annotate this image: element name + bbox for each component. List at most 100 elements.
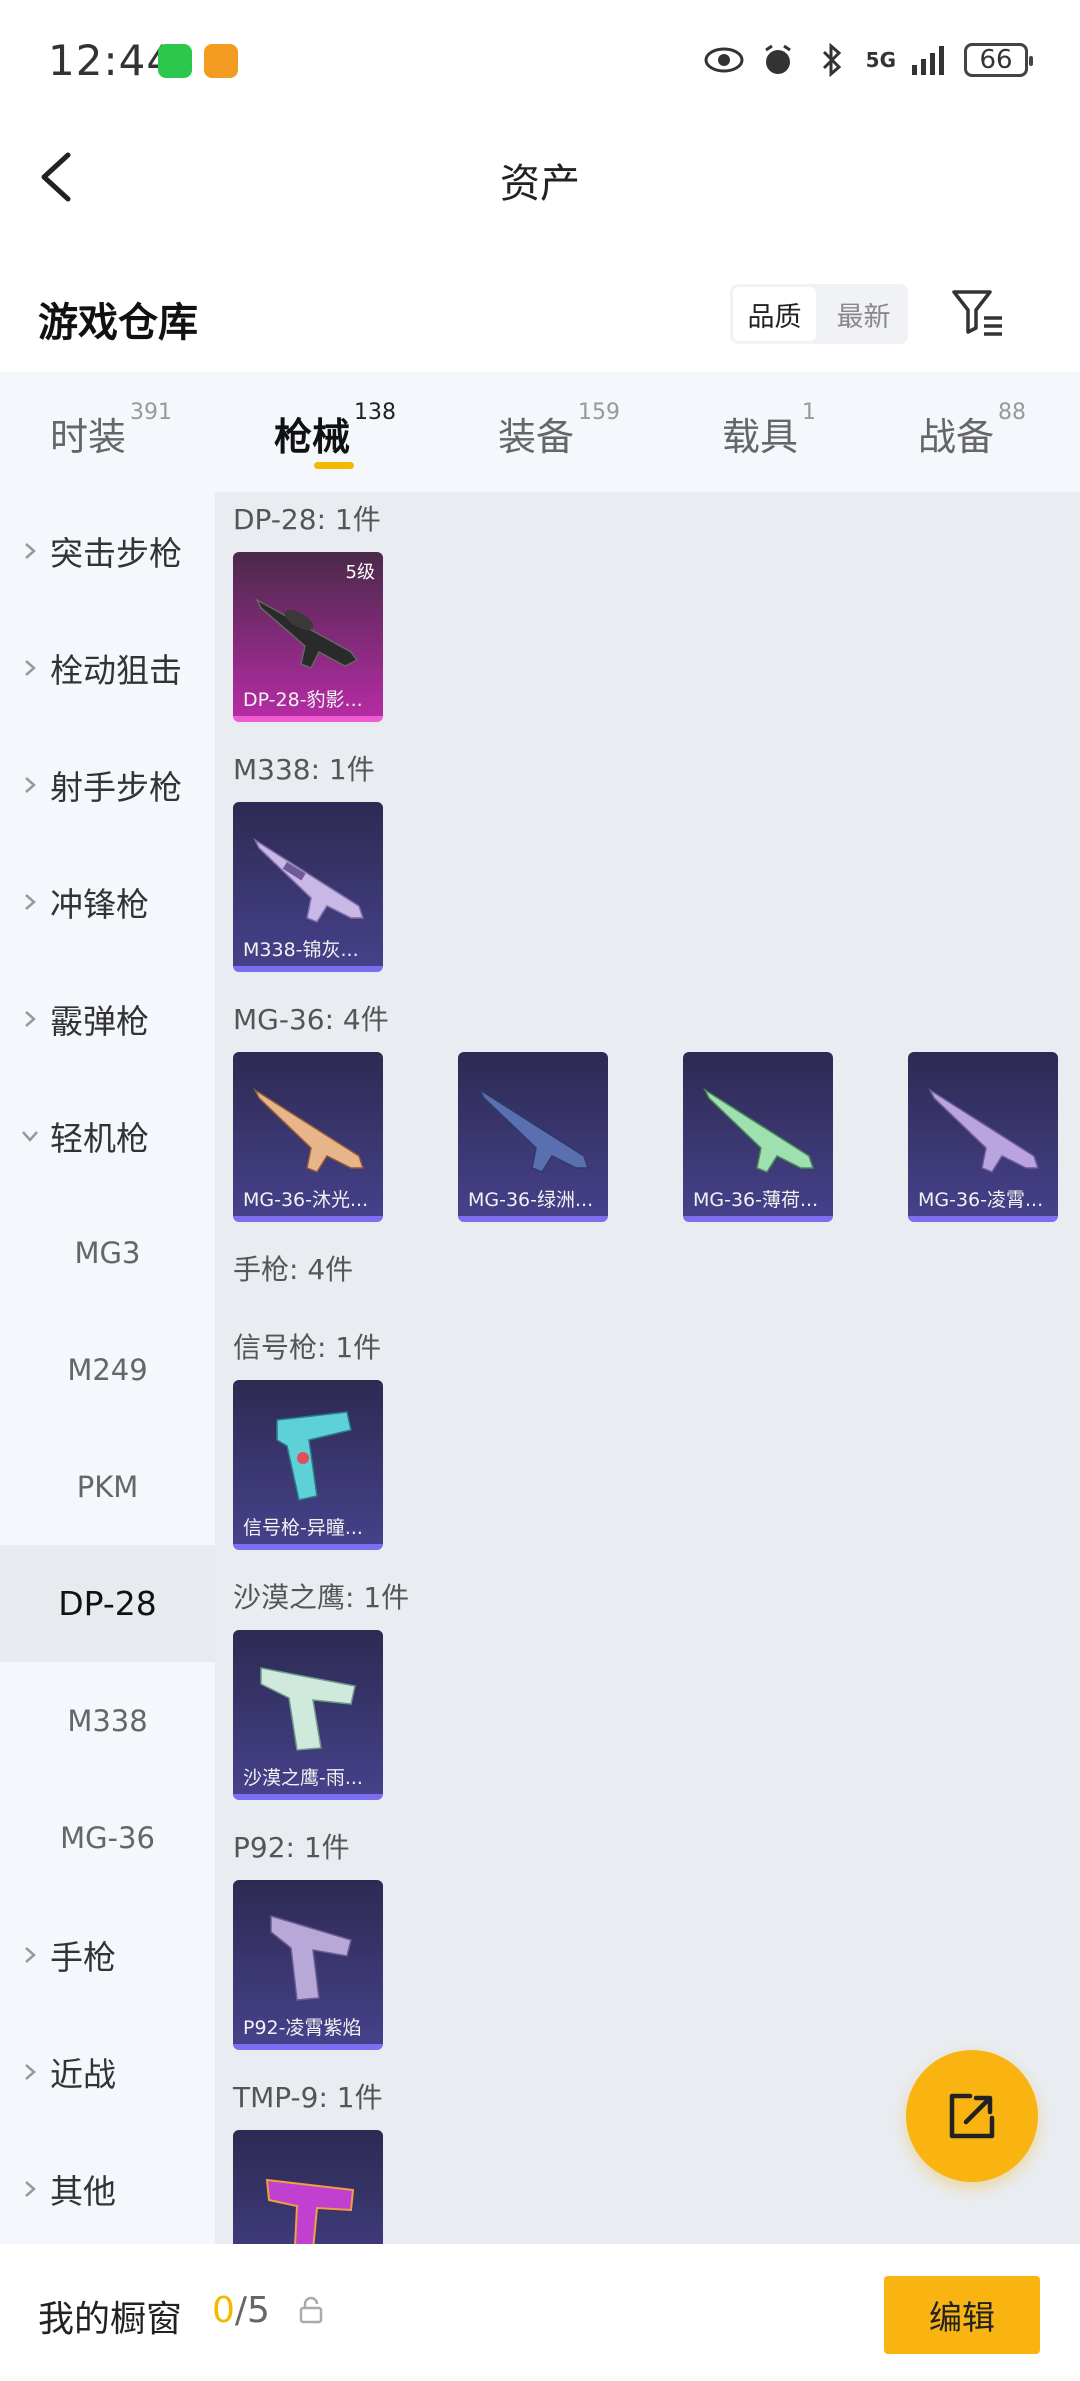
chevron-right-icon [25,1010,36,1027]
weapon-card-label: 信号枪-异瞳... [243,1517,363,1539]
network-type: 5G [865,48,896,72]
sidebar-item-label: 手枪 [50,1937,116,1977]
weapon-content-list: DP-28: 1件 5级 DP-28-豹影... M338: 1件 M338-锦… [215,492,1080,2244]
weapon-card[interactable]: MG-36-凌霄... [908,1052,1058,1222]
edit-button[interactable]: 编辑 [884,2276,1040,2354]
active-tab-indicator [314,462,354,469]
weapon-card[interactable]: P92-凌霄紫焰 [233,1880,383,2050]
weapon-card[interactable]: MG-36-绿洲... [458,1052,608,1222]
status-time: 12:44 [48,36,175,85]
chevron-right-icon [25,2063,36,2080]
sidebar-subitem-mg36[interactable]: MG-36 [0,1779,215,1896]
sidebar-subitem-mg3[interactable]: MG3 [0,1194,215,1311]
sidebar-item-melee[interactable]: 近战 [0,2013,215,2130]
weapon-card[interactable]: 信号枪-异瞳... [233,1380,383,1550]
sidebar-item-pistol[interactable]: 手枪 [0,1896,215,2013]
weapon-card[interactable]: 5级 DP-28-豹影... [233,552,383,722]
tab-count: 159 [578,400,621,425]
sidebar-item-label: 栓动狙击 [50,650,182,690]
weapon-card[interactable]: MG-36-沐光... [233,1052,383,1222]
section-title-p92: P92: 1件 [233,1831,350,1864]
chevron-right-icon [25,893,36,910]
signal-icon [910,40,950,80]
sidebar-item-shotgun[interactable]: 霰弹枪 [0,960,215,1077]
flare-gun-icon [276,1411,352,1501]
sidebar-item-label: 射手步枪 [50,767,182,807]
weapon-card-label: MG-36-凌霄... [918,1189,1044,1211]
category-tabs: 时装391 枪械138 装备159 载具1 战备88 [0,372,1080,492]
weapon-card[interactable]: M338-锦灰... [233,802,383,972]
tab-count: 391 [130,400,173,425]
tab-vehicles[interactable]: 载具1 [722,400,816,461]
chevron-right-icon [25,2180,36,2197]
weapon-card[interactable] [233,2130,383,2244]
rifle-icon [703,1087,815,1173]
chevron-down-icon [22,1130,38,1142]
share-icon [949,2093,995,2139]
warehouse-header: 游戏仓库 品质 最新 [0,260,1080,370]
filter-button[interactable] [950,284,1006,340]
alarm-icon [758,40,798,80]
app-header: 资产 [0,125,1080,230]
showcase-count-total: /5 [234,2290,270,2331]
tab-equipment[interactable]: 装备159 [498,400,620,461]
sort-toggle: 品质 最新 [730,284,908,344]
sidebar-subitem-pkm[interactable]: PKM [0,1428,215,1545]
section-title-desert-eagle: 沙漠之鹰: 1件 [233,1581,410,1614]
share-button[interactable] [906,2050,1038,2182]
weapon-card[interactable]: 沙漠之鹰-雨... [233,1630,383,1800]
sidebar-item-bolt-sniper[interactable]: 栓动狙击 [0,609,215,726]
status-bar: 12:44 5G 66 [0,0,1080,125]
sidebar-item-lmg[interactable]: 轻机枪 [0,1077,215,1194]
chevron-right-icon [25,776,36,793]
section-title-tmp9: TMP-9: 1件 [233,2081,383,2114]
chevron-right-icon [25,1946,36,1963]
weapon-card-label: 沙漠之鹰-雨... [243,1767,363,1789]
sidebar-item-other[interactable]: 其他 [0,2130,215,2247]
sidebar-subitem-m249[interactable]: M249 [0,1311,215,1428]
battery-level: 66 [979,45,1013,75]
weapon-card-label: M338-锦灰... [243,939,359,961]
sort-quality-button[interactable]: 品质 [733,287,816,341]
tab-label: 枪械 [274,415,351,459]
game-notification-icon [204,44,238,78]
tab-label: 装备 [498,415,575,459]
showcase-bar: 我的橱窗 0/5 编辑 [0,2244,1080,2381]
battery-indicator: 66 [964,43,1033,77]
showcase-count: 0/5 [212,2290,270,2331]
weapon-card-label: DP-28-豹影... [243,689,363,711]
tab-count: 1 [802,400,817,425]
eye-icon [704,40,744,80]
tab-count: 138 [354,400,397,425]
tab-fashion[interactable]: 时装391 [50,400,172,461]
sidebar-item-label: 其他 [50,2171,116,2211]
sort-newest-button[interactable]: 最新 [822,287,905,341]
section-title-mg36: MG-36: 4件 [233,1003,389,1036]
weapon-category-sidebar: 突击步枪 栓动狙击 射手步枪 冲锋枪 霰弹枪 轻机枪 MG3 M249 PKM … [0,492,215,2244]
section-title-m338: M338: 1件 [233,753,375,786]
sidebar-subitem-dp28[interactable]: DP-28 [0,1545,215,1662]
weapon-card-label: MG-36-薄荷... [693,1189,819,1211]
sidebar-item-smg[interactable]: 冲锋枪 [0,843,215,960]
sidebar-item-assault-rifle[interactable]: 突击步枪 [0,492,215,609]
tab-tactical[interactable]: 战备88 [918,400,1026,461]
rifle-icon [253,837,365,923]
lock-icon [299,2296,323,2324]
sidebar-subitem-m338[interactable]: M338 [0,1662,215,1779]
smg-icon [265,2178,355,2244]
tab-count: 88 [998,400,1027,425]
sidebar-item-label: 冲锋枪 [50,884,149,924]
weapon-card-label: MG-36-沐光... [243,1189,369,1211]
sidebar-item-label: 霰弹枪 [50,1001,149,1041]
pistol-icon [270,1914,352,2001]
filter-icon [952,290,1002,336]
rifle-icon [478,1087,590,1173]
tab-label: 战备 [918,415,995,459]
sidebar-item-marksman-rifle[interactable]: 射手步枪 [0,726,215,843]
wechat-notification-icon [158,44,192,78]
showcase-count-current: 0 [212,2290,235,2331]
section-title-dp28: DP-28: 1件 [233,503,381,536]
section-title-pistol: 手枪: 4件 [233,1253,354,1286]
weapon-card[interactable]: MG-36-薄荷... [683,1052,833,1222]
tab-firearms[interactable]: 枪械138 [274,400,396,461]
